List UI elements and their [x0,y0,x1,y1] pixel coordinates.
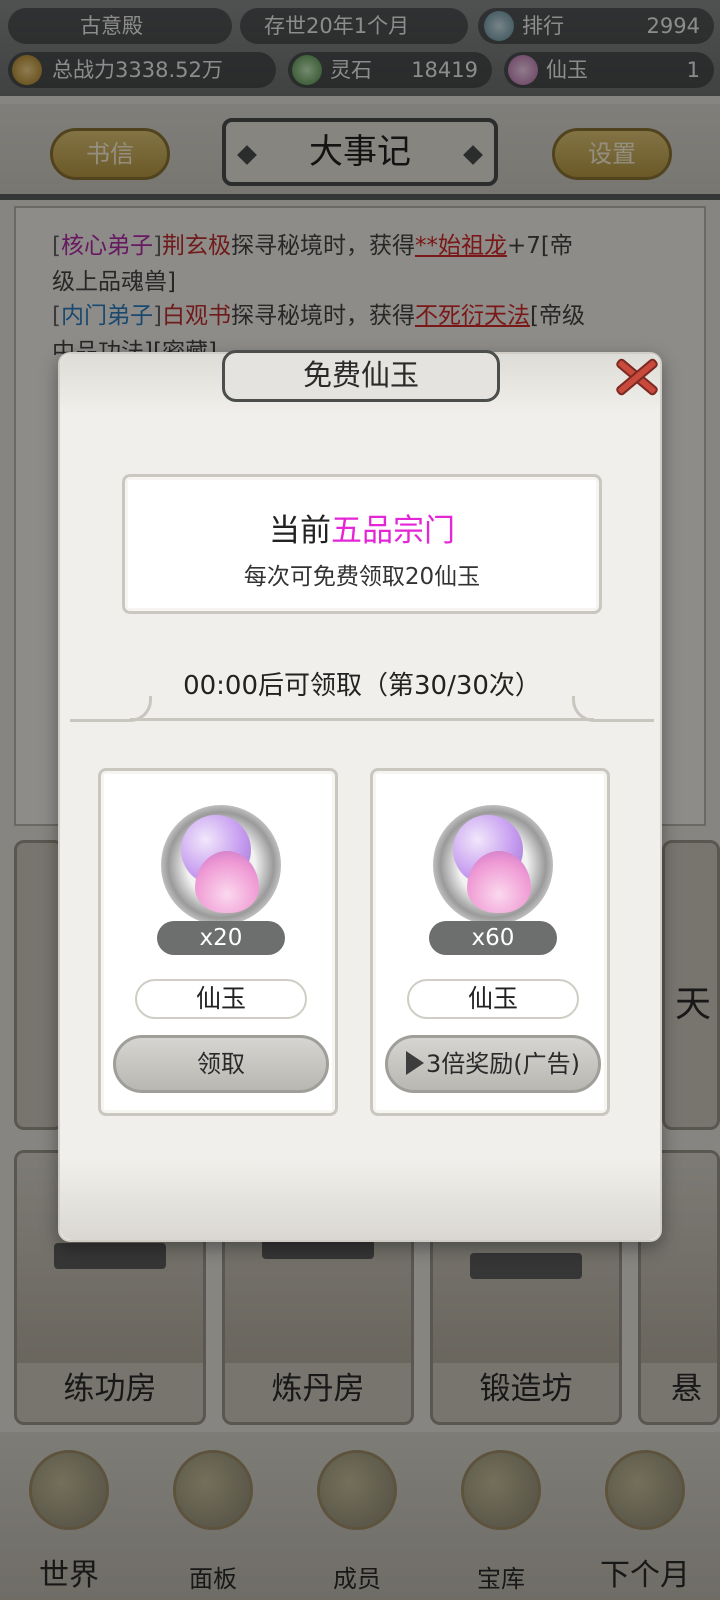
sect-rank-line: 当前五品宗门 [125,505,599,550]
sect-rank-prefix: 当前 [269,513,331,549]
claim-timer: 00:00后可领取（第30/30次） [183,671,541,701]
triple-reward-ad-button[interactable]: 3倍奖励(广告) [385,1035,601,1093]
reward-quantity: x20 [157,921,285,955]
triple-reward-label: 3倍奖励(广告) [426,1050,580,1078]
dialog-footer-clouds [60,1160,660,1240]
immortal-jade-icon [161,805,281,925]
reward-name: 仙玉 [135,979,307,1019]
reward-card-ad: x60 仙玉 3倍奖励(广告) [370,768,610,1116]
free-jade-dialog: 免费仙玉 当前五品宗门 每次可免费领取20仙玉 00:00后可领取（第30/30… [58,350,662,1242]
divider-line [130,718,594,721]
play-icon [406,1051,424,1075]
reward-card-free: x20 仙玉 领取 [98,768,338,1116]
claim-description: 每次可免费领取20仙玉 [243,564,481,590]
dialog-title: 免费仙玉 [222,350,500,402]
claim-button[interactable]: 领取 [113,1035,329,1093]
sect-info-box: 当前五品宗门 每次可免费领取20仙玉 [122,474,602,614]
reward-quantity: x60 [429,921,557,955]
sect-rank: 五品宗门 [331,513,455,549]
immortal-jade-icon [433,805,553,925]
close-button[interactable] [608,348,664,404]
reward-name: 仙玉 [407,979,579,1019]
cloud-ornament-right [572,696,654,722]
claim-timer-row: 00:00后可领取（第30/30次） [70,666,654,722]
